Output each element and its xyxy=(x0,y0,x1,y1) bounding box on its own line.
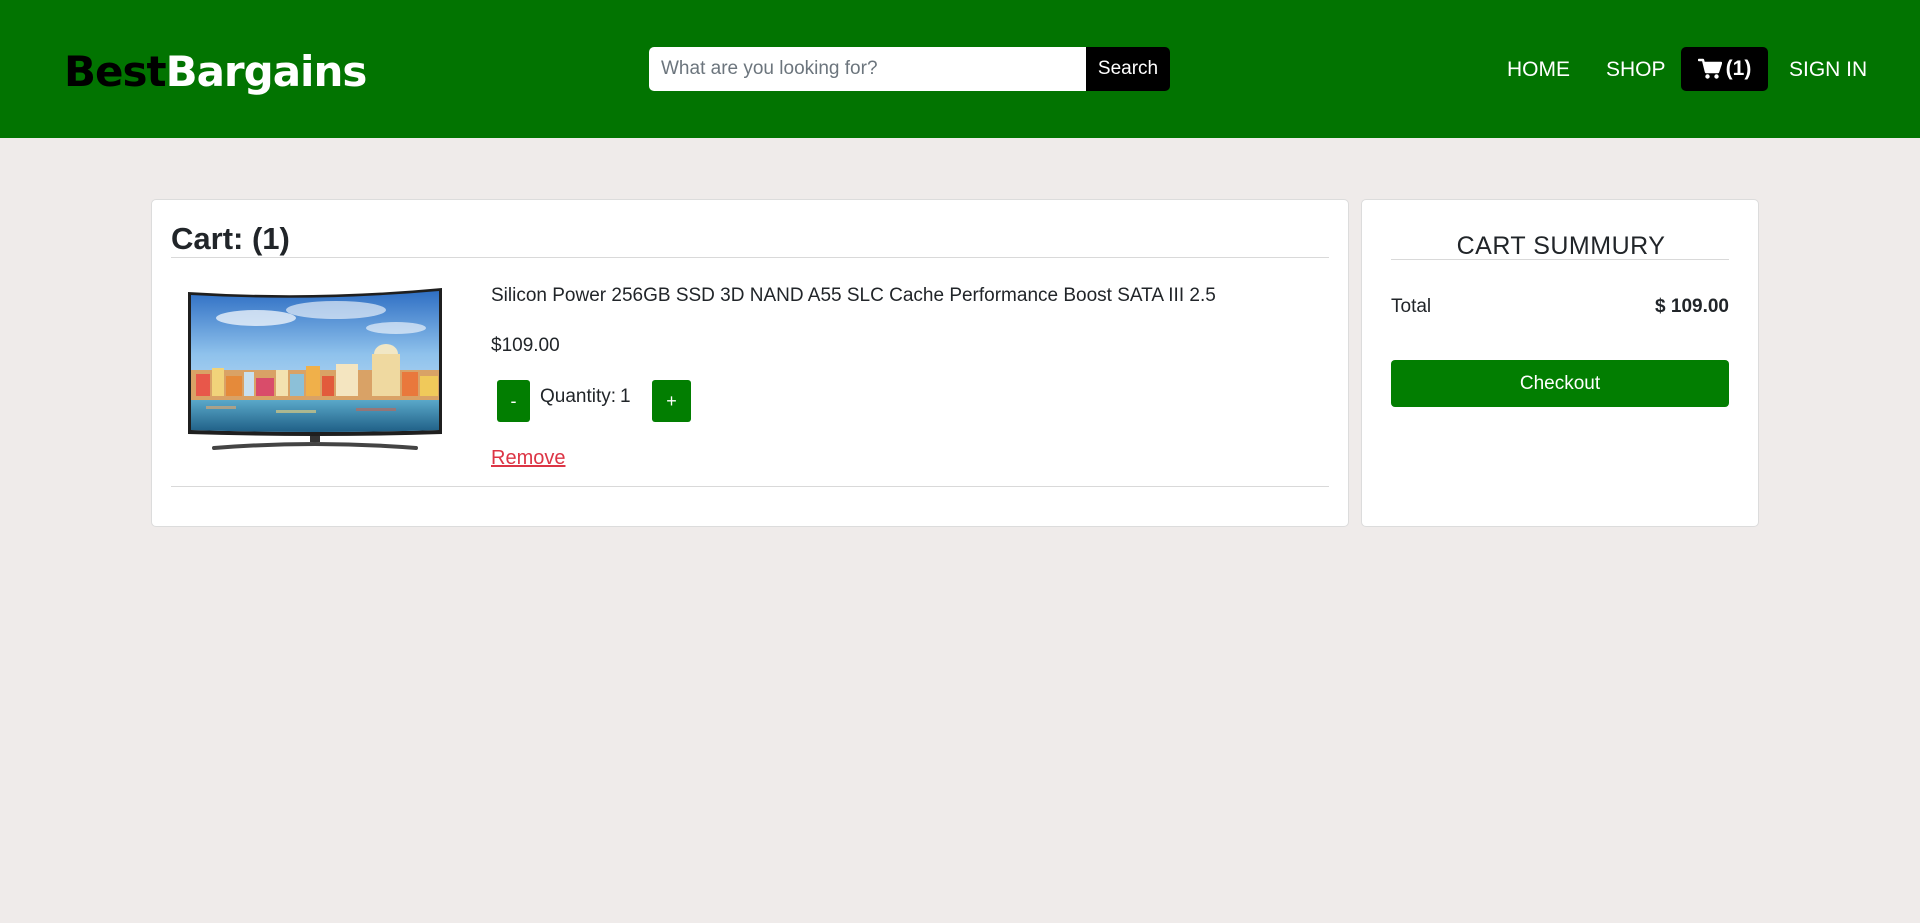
checkout-button[interactable]: Checkout xyxy=(1391,360,1729,407)
logo-text-bargains: Bargains xyxy=(165,47,368,96)
quantity-display: Quantity: 1 xyxy=(540,384,631,410)
cart-button[interactable]: (1) xyxy=(1681,47,1768,91)
site-header: BestBargains Search HOME SHOP (1) SIGN I… xyxy=(0,0,1920,138)
remove-item-link[interactable]: Remove xyxy=(491,446,565,470)
cart-summary-panel: CART SUMMURY Total $ 109.00 Checkout xyxy=(1361,199,1759,527)
decrease-quantity-button[interactable]: - xyxy=(497,380,530,422)
total-value: $ 109.00 xyxy=(1655,296,1729,317)
divider xyxy=(171,257,1329,258)
shopping-cart-icon xyxy=(1697,58,1722,79)
cart-panel: Cart: (1) Silicon Power 256GB SSD 3D NAN… xyxy=(151,199,1349,527)
increase-quantity-button[interactable]: + xyxy=(652,380,691,422)
site-logo[interactable]: BestBargains xyxy=(64,46,368,98)
total-label: Total xyxy=(1391,296,1432,317)
logo-text-best: Best xyxy=(64,47,167,96)
quantity-value: 1 xyxy=(620,386,631,407)
cart-title: Cart: (1) xyxy=(171,221,290,256)
nav-shop-link[interactable]: SHOP xyxy=(1606,56,1666,84)
nav-sign-in-link[interactable]: SIGN IN xyxy=(1789,56,1867,84)
search-input[interactable] xyxy=(649,47,1086,91)
nav-home-link[interactable]: HOME xyxy=(1507,56,1570,84)
product-price: $109.00 xyxy=(491,335,560,356)
product-name[interactable]: Silicon Power 256GB SSD 3D NAND A55 SLC … xyxy=(491,284,1216,308)
summary-title: CART SUMMURY xyxy=(1456,232,1666,260)
search-button[interactable]: Search xyxy=(1086,47,1170,91)
product-image[interactable] xyxy=(186,288,444,450)
divider xyxy=(171,486,1329,487)
divider xyxy=(1391,259,1729,260)
cart-count: (1) xyxy=(1725,57,1752,80)
quantity-label: Quantity: xyxy=(540,386,617,407)
